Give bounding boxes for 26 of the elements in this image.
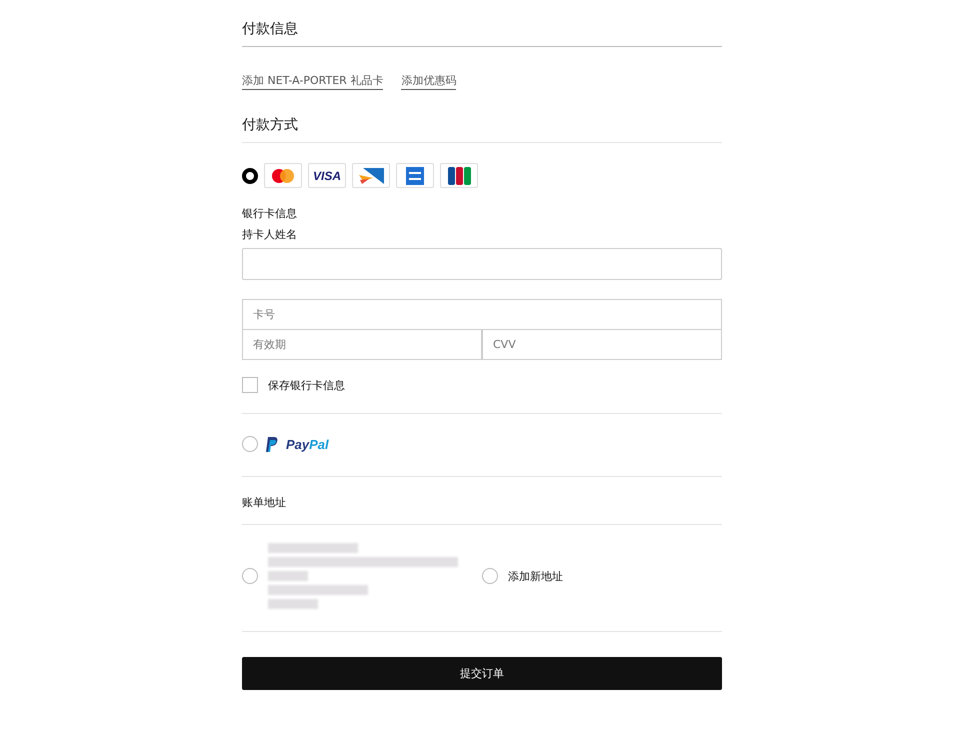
paypal-icon — [266, 436, 278, 452]
section-title: 付款信息 — [242, 20, 298, 38]
visa-logo: VISA — [308, 163, 346, 188]
cardholder-name-field[interactable] — [242, 248, 722, 280]
radio-button[interactable] — [242, 168, 258, 184]
card-info-heading: 银行卡信息 — [242, 206, 298, 221]
amex-card-icon — [396, 163, 434, 188]
paypal-logo: PayPal — [286, 436, 329, 452]
submit-order-button[interactable]: 提交订单 — [242, 657, 722, 690]
card-number-field[interactable]: 卡号 — [242, 299, 722, 330]
expiry-field[interactable]: 有效期 — [242, 329, 482, 360]
field-label: 持卡人姓名 — [242, 227, 298, 242]
radio-button[interactable] — [242, 436, 258, 452]
billing-title: 账单地址 — [242, 496, 286, 509]
option-label: 添加新地址 — [508, 568, 563, 584]
cvv-field[interactable]: CVV — [482, 329, 722, 360]
add-link[interactable]: 添加 NET-A-PORTER 礼品卡 — [242, 73, 384, 90]
delta-card-icon — [352, 163, 390, 188]
mastercard-icon — [264, 163, 302, 188]
add-link[interactable]: 添加优惠码 — [401, 73, 456, 90]
jcb-card-icon — [440, 163, 478, 188]
radio-button[interactable] — [242, 568, 258, 584]
checkbox-label: 保存银行卡信息 — [268, 378, 345, 392]
checkbox[interactable] — [242, 377, 258, 393]
radio-button[interactable] — [482, 568, 498, 584]
section-title: 付款方式 — [242, 116, 298, 134]
